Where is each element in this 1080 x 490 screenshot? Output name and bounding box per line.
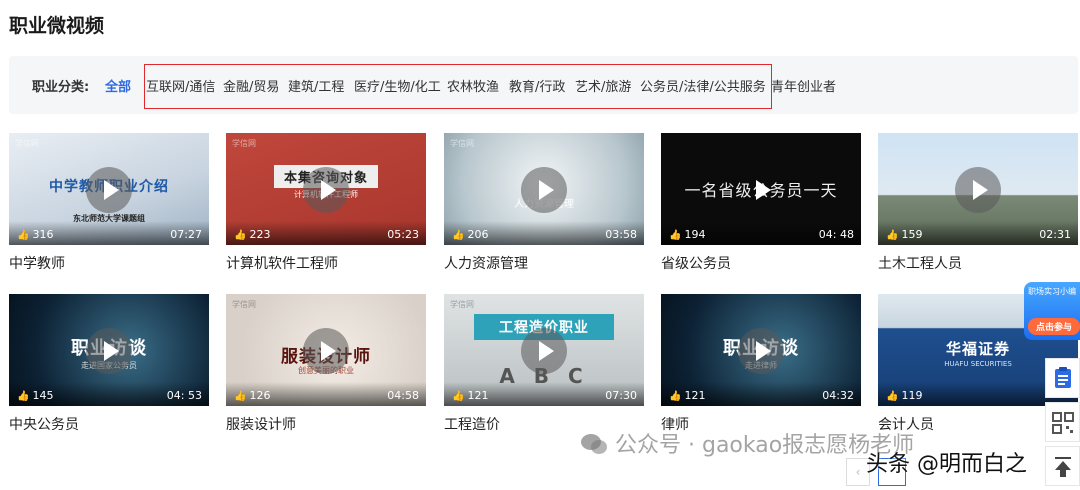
- video-card[interactable]: 学信网 人力资源管理 👍206 03:58 人力资源管理: [444, 133, 644, 273]
- thumbs-up-icon: 👍: [669, 391, 682, 402]
- filter-item-medical[interactable]: 医疗/生物/化工: [354, 76, 441, 95]
- internship-promo-widget[interactable]: 职场实习小编 点击参与: [1024, 282, 1080, 340]
- video-title[interactable]: 中学教师: [9, 253, 209, 273]
- wechat-watermark: 公众号 · gaokao报志愿杨老师: [580, 427, 914, 459]
- thumbnail-watermark: 学信网: [15, 139, 39, 148]
- video-title[interactable]: 土木工程人员: [878, 253, 1078, 273]
- video-card[interactable]: 一名省级公务员一天 👍 194 04: 48 省级公务员: [661, 133, 861, 273]
- like-count: 194: [684, 228, 706, 241]
- like-count: 316: [32, 228, 54, 241]
- like-count: 119: [901, 389, 923, 402]
- filter-item-education[interactable]: 教育/行政: [509, 76, 565, 95]
- like-count: 223: [249, 228, 271, 241]
- video-thumbnail[interactable]: 学信网 人力资源管理 👍206 03:58: [444, 133, 644, 245]
- video-thumbnail[interactable]: 职业访谈 走进律师 👍121 04:32: [661, 294, 861, 406]
- video-duration: 04: 53: [166, 389, 202, 402]
- filter-item-young-entrepreneurs[interactable]: 青年创业者: [771, 76, 836, 95]
- video-title[interactable]: 省级公务员: [661, 253, 861, 273]
- video-thumbnail[interactable]: 一名省级公务员一天 👍 194 04: 48: [661, 133, 861, 245]
- video-title[interactable]: 服装设计师: [226, 414, 426, 434]
- thumbs-up-icon: 👍: [886, 230, 899, 241]
- toutiao-watermark: 头条 @明而白之: [866, 452, 1027, 477]
- play-button[interactable]: [521, 167, 567, 213]
- thumbnail-title: 华福证券: [945, 340, 1010, 358]
- video-title[interactable]: 中央公务员: [9, 414, 209, 434]
- video-title[interactable]: 计算机软件工程师: [226, 253, 426, 273]
- play-button[interactable]: [86, 167, 132, 213]
- thumbs-up-icon: 👍: [17, 391, 30, 402]
- video-card[interactable]: 👍 159 02:31 土木工程人员: [878, 133, 1078, 273]
- video-duration: 07:27: [170, 228, 202, 241]
- thumbs-up-icon: 👍: [234, 230, 247, 241]
- filter-item-construction[interactable]: 建筑/工程: [288, 76, 344, 95]
- thumbs-up-icon: 👍: [452, 391, 465, 402]
- play-button[interactable]: [86, 328, 132, 374]
- qr-code-icon[interactable]: [1045, 402, 1080, 442]
- document-icon[interactable]: [1045, 358, 1080, 398]
- thumbs-up-icon: 👍: [234, 391, 247, 402]
- like-count: 145: [32, 389, 54, 402]
- video-card[interactable]: 职业访谈 走进国家公务员 👍145 04: 53 中央公务员: [9, 294, 209, 434]
- thumbnail-watermark: 学信网: [450, 300, 474, 309]
- filter-item-agriculture[interactable]: 农林牧渔: [447, 76, 499, 95]
- video-duration: 05:23: [387, 228, 419, 241]
- like-count: 126: [249, 389, 271, 402]
- thumbnail-watermark: 学信网: [232, 300, 256, 309]
- thumbnail-watermark: 学信网: [232, 139, 256, 148]
- video-card[interactable]: 学信网 本集咨询对象 计算机软件工程师 👍223 05:23 计算机软件工程师: [226, 133, 426, 273]
- like-count: 121: [467, 389, 489, 402]
- filter-item-all[interactable]: 全部: [105, 76, 131, 95]
- promo-title: 职场实习小编: [1028, 287, 1076, 296]
- video-duration: 07:30: [605, 389, 637, 402]
- video-duration: 04:58: [387, 389, 419, 402]
- wechat-icon: [581, 434, 607, 454]
- video-thumbnail[interactable]: 学信网 服装设计师 创意美丽的职业 👍126 04:58: [226, 294, 426, 406]
- play-button[interactable]: [303, 328, 349, 374]
- video-duration: 02:31: [1039, 228, 1071, 241]
- filter-item-civil-service[interactable]: 公务员/法律/公共服务: [640, 76, 766, 95]
- video-card[interactable]: 学信网 工程造价职业 A B C 👍121 07:30 工程造价: [444, 294, 644, 434]
- thumbs-up-icon: 👍: [669, 230, 682, 241]
- thumbnail-watermark: 学信网: [450, 139, 474, 148]
- thumbs-up-icon: 👍: [886, 391, 899, 402]
- back-to-top-icon[interactable]: [1045, 446, 1080, 486]
- thumbs-up-icon: 👍: [452, 230, 465, 241]
- video-thumbnail[interactable]: 学信网 中学教师职业介绍 东北师范大学课题组 👍316 07:27: [9, 133, 209, 245]
- video-thumbnail[interactable]: 学信网 工程造价职业 A B C 👍121 07:30: [444, 294, 644, 406]
- video-thumbnail[interactable]: 职业访谈 走进国家公务员 👍145 04: 53: [9, 294, 209, 406]
- video-card[interactable]: 学信网 中学教师职业介绍 东北师范大学课题组 👍316 07:27 中学教师: [9, 133, 209, 273]
- video-duration: 04:32: [822, 389, 854, 402]
- play-button[interactable]: [738, 167, 784, 213]
- video-card[interactable]: 学信网 服装设计师 创意美丽的职业 👍126 04:58 服装设计师: [226, 294, 426, 434]
- like-count: 206: [467, 228, 489, 241]
- play-button[interactable]: [303, 167, 349, 213]
- thumbs-up-icon: 👍: [17, 230, 30, 241]
- filter-item-finance[interactable]: 金融/贸易: [223, 76, 279, 95]
- like-count: 159: [901, 228, 923, 241]
- video-thumbnail[interactable]: 学信网 本集咨询对象 计算机软件工程师 👍223 05:23: [226, 133, 426, 245]
- filter-item-internet[interactable]: 互联网/通信: [146, 76, 215, 95]
- video-duration: 03:58: [605, 228, 637, 241]
- like-count: 121: [684, 389, 706, 402]
- page-title: 职业微视频: [9, 15, 105, 37]
- filter-label: 职业分类:: [32, 80, 90, 95]
- promo-cta-button[interactable]: 点击参与: [1028, 318, 1080, 335]
- filter-item-arts[interactable]: 艺术/旅游: [575, 76, 631, 95]
- video-title[interactable]: 人力资源管理: [444, 253, 644, 273]
- video-thumbnail[interactable]: 👍 159 02:31: [878, 133, 1078, 245]
- video-duration: 04: 48: [818, 228, 854, 241]
- play-button[interactable]: [738, 328, 784, 374]
- video-card[interactable]: 职业访谈 走进律师 👍121 04:32 律师: [661, 294, 861, 434]
- category-filter-bar: 职业分类: 全部 互联网/通信 金融/贸易 建筑/工程 医疗/生物/化工 农林牧…: [9, 56, 1078, 114]
- play-button[interactable]: [955, 167, 1001, 213]
- play-button[interactable]: [521, 328, 567, 374]
